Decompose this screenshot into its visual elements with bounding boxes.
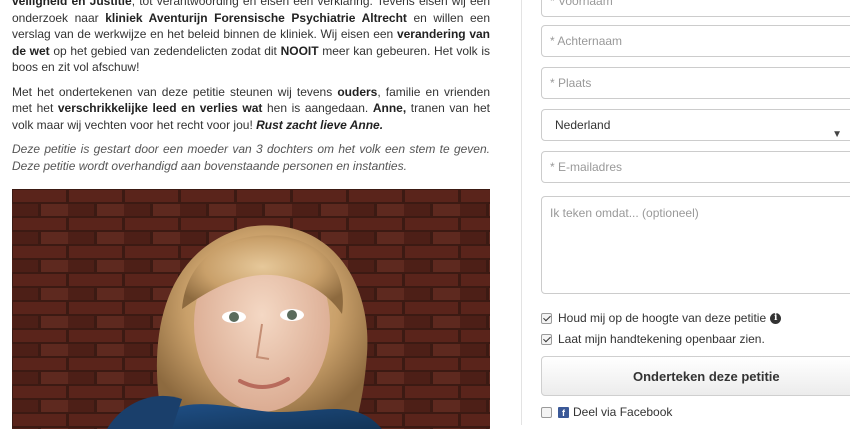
chevron-down-icon: ▼ [832, 129, 842, 140]
petition-paragraph-3: Deze petitie is gestart door een moeder … [12, 142, 490, 173]
sign-petition-button[interactable]: Onderteken deze petitie [541, 356, 850, 396]
public-signature-label: Laat mijn handtekening openbaar zien. [558, 332, 765, 346]
petition-paragraph-1: veiligheid en Justitie, tot verantwoordi… [12, 0, 491, 74]
petition-text: veiligheid en Justitie, tot verantwoordi… [12, 0, 490, 174]
facebook-share-checkbox[interactable]: f Deel via Facebook [541, 405, 672, 419]
facebook-share-label: Deel via Facebook [573, 405, 673, 419]
checkbox-checked-icon[interactable] [541, 333, 552, 345]
keep-updated-label: Houd mij op de hoogte van deze petitie [558, 311, 767, 325]
lastname-field[interactable] [541, 25, 850, 57]
keep-updated-checkbox[interactable]: Houd mij op de hoogte van deze petitie i [541, 311, 782, 325]
country-select-value: Nederland [555, 118, 611, 132]
petition-paragraph-2: Met het ondertekenen van deze petitie st… [12, 84, 491, 132]
city-field[interactable] [541, 67, 850, 99]
portrait-image [12, 189, 490, 429]
country-select[interactable]: Nederland ▼ [541, 109, 850, 141]
public-signature-checkbox[interactable]: Laat mijn handtekening openbaar zien. [541, 332, 765, 346]
firstname-field[interactable] [541, 0, 850, 17]
comment-textarea[interactable] [541, 196, 850, 294]
info-icon[interactable]: i [770, 312, 782, 324]
email-field[interactable] [541, 151, 850, 183]
facebook-icon: f [558, 406, 569, 418]
checkbox-checked-icon[interactable] [541, 312, 552, 324]
column-divider [521, 0, 522, 425]
checkbox-unchecked-icon[interactable] [541, 406, 552, 418]
petition-photo [12, 189, 490, 429]
